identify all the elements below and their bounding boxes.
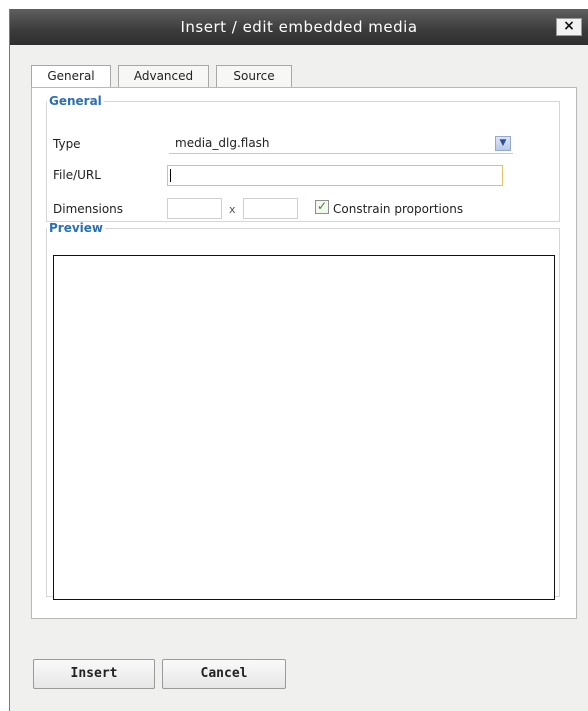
close-icon: × <box>563 18 575 34</box>
media-preview-area <box>53 255 555 600</box>
dimensions-label: Dimensions <box>53 202 124 216</box>
preview-legend: Preview <box>49 221 104 235</box>
dialog-title: Insert / edit embedded media <box>180 18 418 36</box>
type-select[interactable]: media_dlg.flash ▼ <box>169 135 513 154</box>
media-dialog: Insert / edit embedded media × General A… <box>9 9 588 711</box>
file-url-input[interactable] <box>167 165 503 186</box>
type-label: Type <box>53 137 81 151</box>
dialog-titlebar[interactable]: Insert / edit embedded media × <box>10 9 588 45</box>
tab-advanced[interactable]: Advanced <box>118 65 209 87</box>
tab-general[interactable]: General <box>31 65 111 88</box>
chevron-down-icon[interactable]: ▼ <box>495 136 511 151</box>
height-input[interactable] <box>243 198 298 219</box>
general-fieldset: General Type media_dlg.flash ▼ File/URL … <box>46 94 560 222</box>
checkmark-icon: ✓ <box>316 199 328 213</box>
constrain-label[interactable]: Constrain proportions <box>333 202 463 216</box>
insert-button[interactable]: Insert <box>33 659 155 689</box>
close-button[interactable]: × <box>556 18 582 36</box>
type-select-value: media_dlg.flash <box>175 136 270 150</box>
tab-source[interactable]: Source <box>216 65 292 87</box>
text-caret <box>170 169 171 182</box>
preview-fieldset: Preview <box>46 221 560 600</box>
general-legend: General <box>49 94 102 108</box>
constrain-checkbox[interactable]: ✓ <box>315 200 329 214</box>
width-input[interactable] <box>167 198 222 219</box>
file-url-label: File/URL <box>53 168 101 182</box>
dimensions-separator: x <box>229 203 236 216</box>
cancel-button[interactable]: Cancel <box>162 659 286 689</box>
tab-panel-general: General Type media_dlg.flash ▼ File/URL … <box>31 87 577 619</box>
